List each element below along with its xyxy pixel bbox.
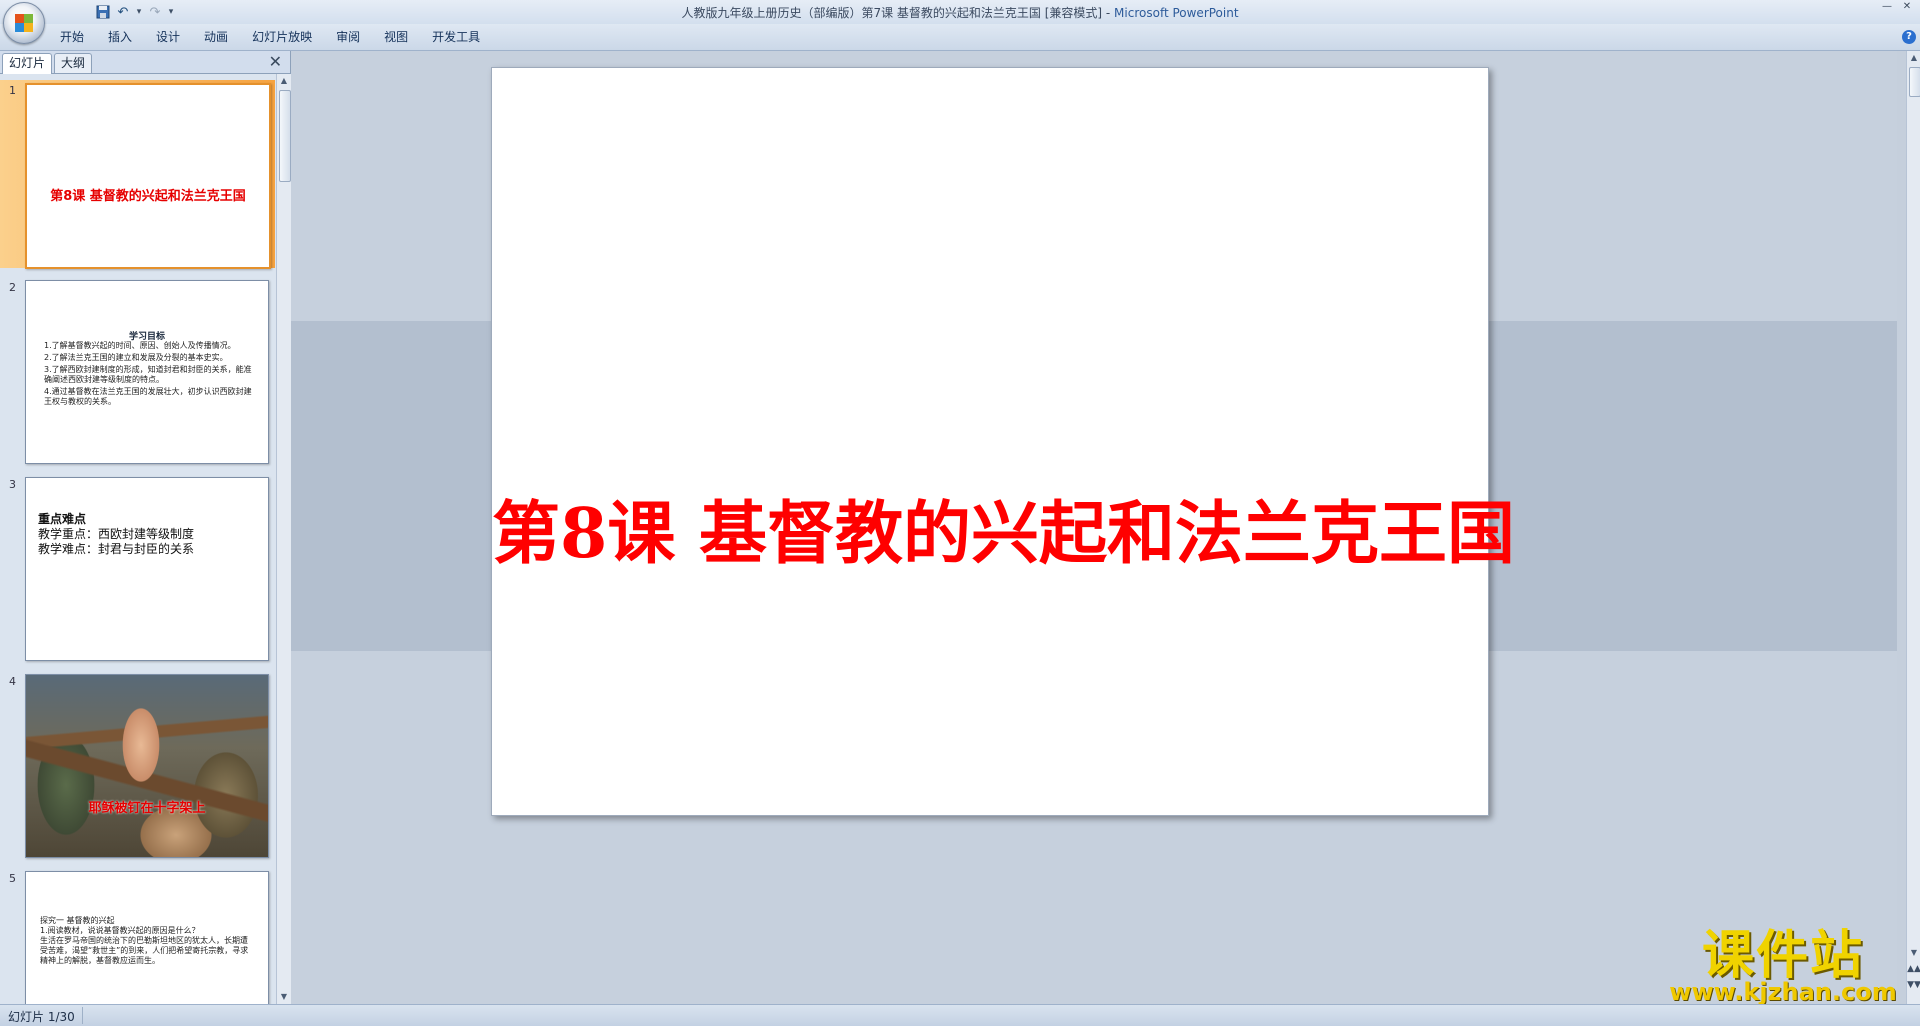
thumbnail-slot-5[interactable]: 5 探究一 基督教的兴起 1.阅读教材，说说基督教兴起的原因是什么？ 生活在罗马… xyxy=(0,868,275,1004)
scroll-down-icon[interactable]: ▼ xyxy=(1907,946,1920,960)
tab-slides[interactable]: 幻灯片 xyxy=(2,53,53,74)
scroll-down-icon[interactable]: ▼ xyxy=(277,990,291,1004)
list-item: 1.阅读教材，说说基督教兴起的原因是什么？ xyxy=(40,926,200,935)
window-title: 人教版九年级上册历史（部编版）第7课 基督教的兴起和法兰克王国 [兼容模式] -… xyxy=(681,6,1239,20)
close-icon[interactable]: ✕ xyxy=(269,52,282,71)
list-item: 教学难点：封君与封臣的关系 xyxy=(38,542,195,556)
slide-title[interactable]: 第8课 基督教的兴起和法兰克王国 xyxy=(492,478,1515,577)
thumbnail-heading: 探究一 基督教的兴起 xyxy=(40,916,115,925)
tab-insert[interactable]: 插入 xyxy=(96,24,144,50)
title-bar: ↶ ▾ ↷ ▾ 人教版九年级上册历史（部编版）第7课 基督教的兴起和法兰克王国 … xyxy=(0,0,1920,24)
tab-slide-show[interactable]: 幻灯片放映 xyxy=(240,24,324,50)
scroll-up-icon[interactable]: ▲ xyxy=(1907,51,1920,65)
ribbon-tabs: 开始 插入 设计 动画 幻灯片放映 审阅 视图 开发工具 xyxy=(48,24,492,50)
scroll-up-icon[interactable]: ▲ xyxy=(277,74,291,88)
crucifixion-painting-image xyxy=(26,675,268,857)
panel-tabs: 幻灯片 大纲 ✕ xyxy=(0,51,290,74)
list-item: 生活在罗马帝国的统治下的巴勒斯坦地区的犹太人，长期遭受苦难，渴望“救世主”的到来… xyxy=(40,936,249,965)
tab-view[interactable]: 视图 xyxy=(372,24,420,50)
thumbnail-number: 4 xyxy=(9,675,16,688)
window-controls: — ✕ xyxy=(1880,1,1914,13)
thumbnail-title: 第8课 基督教的兴起和法兰克王国 xyxy=(50,189,246,204)
close-icon[interactable]: ✕ xyxy=(1900,1,1914,13)
tab-home[interactable]: 开始 xyxy=(48,24,96,50)
previous-slide-icon[interactable]: ▲▲ xyxy=(1907,962,1920,976)
thumbnail-heading: 重点难点 xyxy=(38,512,87,526)
list-item: 教学重点：西欧封建等级制度 xyxy=(38,527,195,541)
thumbnail-slot-3[interactable]: 3 重点难点 教学重点：西欧封建等级制度 教学难点：封君与封臣的关系 xyxy=(0,474,275,662)
status-divider xyxy=(82,1007,83,1024)
slide-canvas[interactable]: 第8课 基督教的兴起和法兰克王国 xyxy=(491,67,1515,816)
list-item: 2.了解法兰克王国的建立和发展及分裂的基本史实。 xyxy=(44,353,228,362)
slide-thumbnail[interactable]: 耶稣被钉在十字架上 xyxy=(25,674,269,858)
ribbon-tab-row: 开始 插入 设计 动画 幻灯片放映 审阅 视图 开发工具 ? xyxy=(0,24,1920,51)
status-bar: 幻灯片 1/30 xyxy=(0,1004,1920,1026)
thumbnail-text: 重点难点 教学重点：西欧封建等级制度 教学难点：封君与封臣的关系 xyxy=(38,512,194,557)
app-name: Microsoft PowerPoint xyxy=(1114,6,1239,20)
scrollbar-thumb[interactable] xyxy=(1909,67,1920,97)
thumbnail-number: 3 xyxy=(9,478,16,491)
office-button[interactable] xyxy=(3,2,45,44)
thumbnail-text: 探究一 基督教的兴起 1.阅读教材，说说基督教兴起的原因是什么？ 生活在罗马帝国… xyxy=(40,916,255,966)
thumbnail-slot-4[interactable]: 4 耶稣被钉在十字架上 xyxy=(0,671,275,859)
thumbnail-number: 2 xyxy=(9,281,16,294)
slide-thumbnail[interactable]: 重点难点 教学重点：西欧封建等级制度 教学难点：封君与封臣的关系 xyxy=(25,477,269,661)
help-icon[interactable]: ? xyxy=(1902,30,1916,44)
slide-thumbnail[interactable]: 学习目标 1.了解基督教兴起的时间、原因、创始人及传播情况。 2.了解法兰克王国… xyxy=(25,280,269,464)
list-item: 3.了解西欧封建制度的形成，知道封君和封臣的关系，能准确阐述西欧封建等级制度的特… xyxy=(44,365,252,384)
thumbnail-number: 5 xyxy=(9,872,16,885)
document-title: 人教版九年级上册历史（部编版）第7课 基督教的兴起和法兰克王国 [兼容模式] xyxy=(681,6,1103,20)
slide-indicator: 幻灯片 1/30 xyxy=(8,1010,75,1024)
next-slide-icon[interactable]: ▼▼ xyxy=(1907,978,1920,992)
slide-editing-area: 第8课 基督教的兴起和法兰克王国 xyxy=(291,51,1897,1004)
list-item: 1.了解基督教兴起的时间、原因、创始人及传播情况。 xyxy=(44,341,236,350)
minimize-icon[interactable]: — xyxy=(1880,1,1894,13)
watermark-logo-text: 课件站 xyxy=(1701,926,1864,986)
thumbnail-slot-1[interactable]: 1 第8课 基督教的兴起和法兰克王国 xyxy=(0,80,275,269)
slide-thumbnail[interactable]: 探究一 基督教的兴起 1.阅读教材，说说基督教兴起的原因是什么？ 生活在罗马帝国… xyxy=(25,871,269,1004)
thumbnail-slot-2[interactable]: 2 学习目标 1.了解基督教兴起的时间、原因、创始人及传播情况。 2.了解法兰克… xyxy=(0,277,275,465)
tab-animations[interactable]: 动画 xyxy=(192,24,240,50)
thumbnail-list-items: 1.了解基督教兴起的时间、原因、创始人及传播情况。 2.了解法兰克王国的建立和发… xyxy=(44,341,254,409)
scrollbar-thumb[interactable] xyxy=(279,90,291,182)
site-watermark: 课件站 www.kjzhan.com xyxy=(1664,926,1902,1006)
thumbnail-number: 1 xyxy=(9,84,16,97)
slide-scrollbar[interactable]: ▲ ▼ ▲▲ ▼▼ xyxy=(1906,51,1920,1004)
list-item: 4.通过基督教在法兰克王国的发展壮大，初步认识西欧封建王权与教权的关系。 xyxy=(44,387,252,406)
tab-review[interactable]: 审阅 xyxy=(324,24,372,50)
slide-thumbnail[interactable]: 第8课 基督教的兴起和法兰克王国 xyxy=(25,83,271,269)
thumbnail-scrollbar[interactable]: ▲ ▼ xyxy=(276,74,291,1004)
thumbnail-title: 耶稣被钉在十字架上 xyxy=(88,801,206,816)
tab-design[interactable]: 设计 xyxy=(144,24,192,50)
slides-panel: 幻灯片 大纲 ✕ 1 第8课 基督教的兴起和法兰克王国 2 学习目标 1.了解基… xyxy=(0,51,291,1004)
thumbnail-list[interactable]: 1 第8课 基督教的兴起和法兰克王国 2 学习目标 1.了解基督教兴起的时间、原… xyxy=(0,74,275,1004)
tab-developer[interactable]: 开发工具 xyxy=(420,24,492,50)
tab-outline[interactable]: 大纲 xyxy=(54,53,93,73)
watermark-url: www.kjzhan.com xyxy=(1669,978,1897,1006)
office-logo-icon xyxy=(15,14,33,32)
